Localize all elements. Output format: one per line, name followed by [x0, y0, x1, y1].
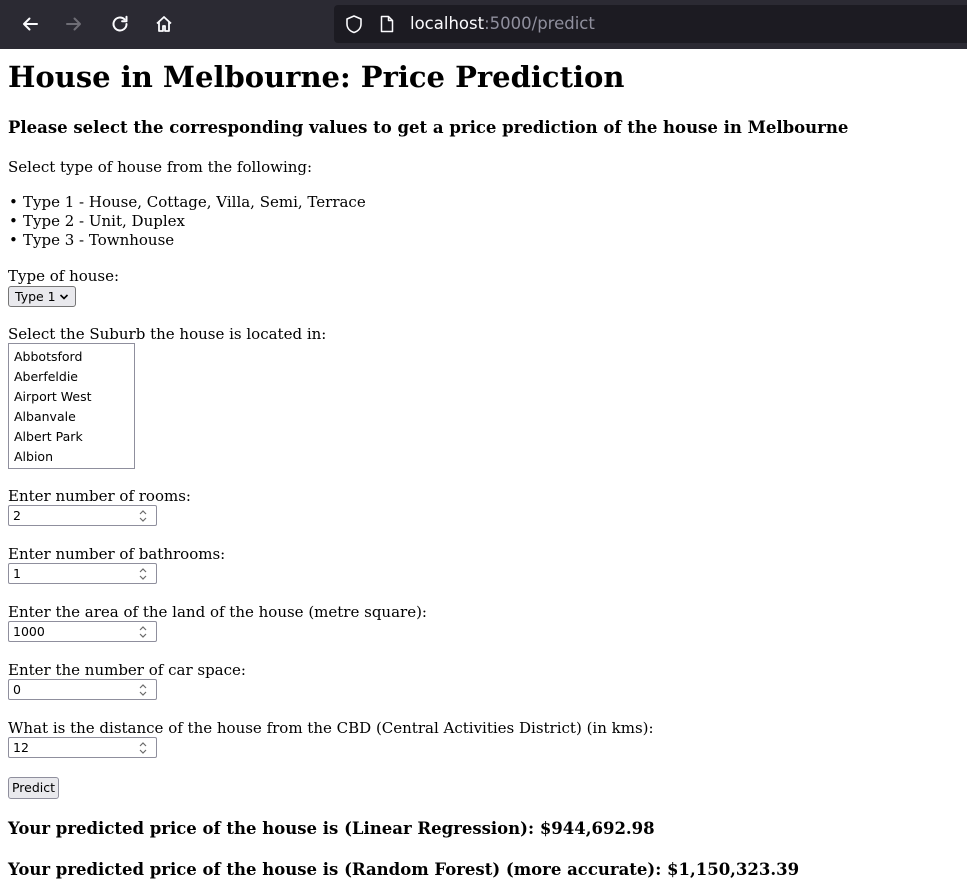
- rooms-label: Enter number of rooms:: [8, 487, 191, 505]
- page-title: House in Melbourne: Price Prediction: [8, 60, 625, 94]
- arrow-right-icon: [66, 17, 81, 31]
- predict-button[interactable]: Predict: [8, 777, 59, 799]
- spinner-icon[interactable]: [138, 508, 148, 524]
- distance-input[interactable]: 12: [8, 737, 157, 758]
- suburb-option[interactable]: Albert Park: [9, 428, 134, 448]
- address-bar[interactable]: localhost:5000/predict: [334, 5, 967, 43]
- land-area-label: Enter the area of the land of the house …: [8, 603, 427, 621]
- suburb-option[interactable]: Abbotsford: [9, 348, 134, 368]
- back-button[interactable]: [14, 8, 46, 40]
- shield-icon[interactable]: [344, 14, 364, 34]
- bathrooms-input[interactable]: 1: [8, 563, 157, 584]
- spinner-icon[interactable]: [138, 682, 148, 698]
- browser-toolbar: localhost:5000/predict: [0, 0, 967, 49]
- suburb-option[interactable]: Albanvale: [9, 408, 134, 428]
- house-type-value: Type 1: [15, 289, 56, 304]
- reload-icon: [112, 15, 128, 32]
- car-space-input[interactable]: 0: [8, 679, 157, 700]
- random-forest-result: Your predicted price of the house is (Ra…: [8, 860, 800, 879]
- car-space-label: Enter the number of car space:: [8, 661, 246, 679]
- spinner-icon[interactable]: [138, 624, 148, 640]
- home-icon: [156, 16, 172, 32]
- house-type-label: Type of house:: [8, 267, 120, 285]
- suburb-listbox[interactable]: Abbotsford Aberfeldie Airport West Alban…: [8, 343, 135, 469]
- arrow-left-icon: [23, 17, 38, 31]
- bathrooms-label: Enter number of bathrooms:: [8, 545, 226, 563]
- list-item: Type 1 - House, Cottage, Villa, Semi, Te…: [8, 193, 366, 212]
- list-item: Type 3 - Townhouse: [8, 231, 366, 250]
- land-area-value: 1000: [13, 624, 45, 639]
- page-subtitle: Please select the corresponding values t…: [8, 118, 849, 137]
- linear-regression-result: Your predicted price of the house is (Li…: [8, 819, 655, 838]
- suburb-option[interactable]: Airport West: [9, 388, 134, 408]
- distance-label: What is the distance of the house from t…: [8, 719, 654, 737]
- forward-button[interactable]: [58, 8, 90, 40]
- url-text[interactable]: localhost:5000/predict: [410, 14, 595, 34]
- chevron-down-icon: [59, 287, 69, 313]
- page-content: House in Melbourne: Price Prediction Ple…: [0, 49, 967, 886]
- home-button[interactable]: [148, 8, 180, 40]
- suburb-label: Select the Suburb the house is located i…: [8, 325, 327, 343]
- url-host: localhost: [410, 14, 485, 33]
- suburb-option[interactable]: Aberfeldie: [9, 368, 134, 388]
- rooms-input[interactable]: 2: [8, 505, 157, 526]
- spinner-icon[interactable]: [138, 740, 148, 756]
- rooms-value: 2: [13, 508, 21, 523]
- house-type-list: Type 1 - House, Cottage, Villa, Semi, Te…: [8, 193, 366, 250]
- car-space-value: 0: [13, 682, 21, 697]
- spinner-icon[interactable]: [138, 566, 148, 582]
- suburb-option[interactable]: Albion: [9, 448, 134, 468]
- type-intro: Select type of house from the following:: [8, 158, 313, 176]
- land-area-input[interactable]: 1000: [8, 621, 157, 642]
- page-icon: [380, 15, 394, 33]
- list-item: Type 2 - Unit, Duplex: [8, 212, 366, 231]
- reload-button[interactable]: [104, 8, 136, 40]
- bathrooms-value: 1: [13, 566, 21, 581]
- distance-value: 12: [13, 740, 29, 755]
- url-path: :5000/predict: [484, 14, 595, 33]
- house-type-select[interactable]: Type 1: [8, 286, 76, 307]
